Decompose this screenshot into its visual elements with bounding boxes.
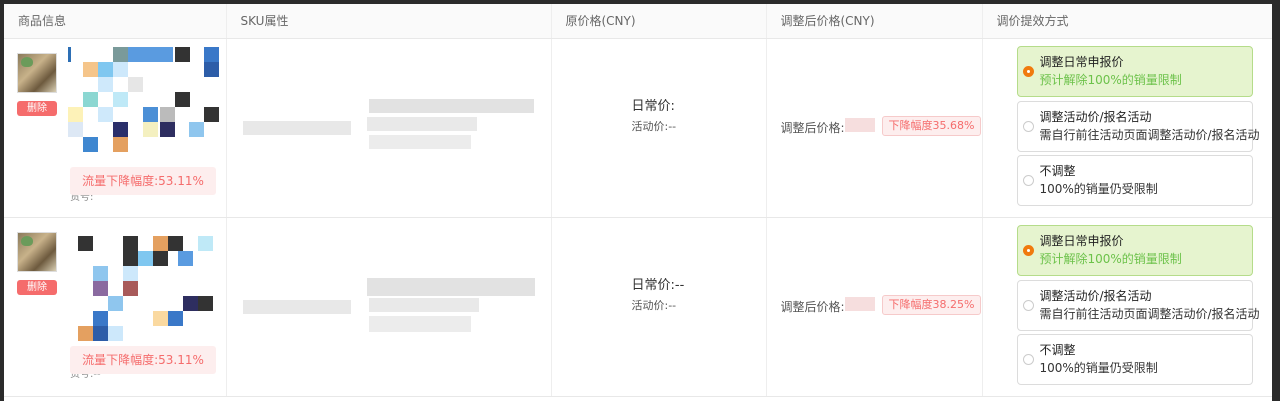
- option-title: 调整活动价/报名活动: [1039, 288, 1152, 303]
- radio-unchecked-icon[interactable]: [1022, 174, 1034, 186]
- option-adjust-activity-price[interactable]: 调整活动价/报名活动 需自行前往活动页面调整活动价/报名活动: [1016, 100, 1260, 152]
- sku-redacted: [242, 299, 351, 314]
- adjusted-price-label: 调整后价格:: [780, 120, 845, 135]
- option-adjust-daily-price[interactable]: 调整日常申报价 预计解除100%的销量限制: [1016, 224, 1253, 276]
- radio-unchecked-icon[interactable]: [1022, 120, 1034, 132]
- option-title: 不调整: [1039, 342, 1076, 357]
- header-adjusted-price: 调整后价格(CNY): [766, 4, 983, 39]
- adjusted-price-cell: 调整后价格: 下降幅度35.68%: [766, 38, 983, 218]
- product-cell: 删除: [4, 38, 227, 218]
- delete-button[interactable]: 删除: [17, 279, 57, 295]
- adjusted-price-label: 调整后价格:: [780, 299, 845, 314]
- header-original-price: 原价格(CNY): [551, 4, 767, 39]
- adjusted-price-redacted: [844, 117, 875, 132]
- product-table: 商品信息 SKU属性 原价格(CNY) 调整后价格(CNY) 调价提效方式 删除: [4, 4, 1272, 397]
- price-drop-tag: 下降幅度38.25%: [881, 294, 982, 315]
- original-price-cell: 日常价:-- 活动价:--: [551, 217, 767, 397]
- option-adjust-daily-price[interactable]: 调整日常申报价 预计解除100%的销量限制: [1016, 45, 1253, 97]
- adjusted-price-cell: 调整后价格: 下降幅度38.25%: [766, 217, 983, 397]
- option-title: 调整日常申报价: [1039, 233, 1124, 248]
- adjusted-price-redacted: [844, 296, 875, 311]
- table-row: 删除: [4, 38, 1272, 218]
- option-no-adjust[interactable]: 不调整 100%的销量仍受限制: [1016, 333, 1253, 385]
- option-no-adjust[interactable]: 不调整 100%的销量仍受限制: [1016, 154, 1253, 206]
- sku-redacted: [366, 116, 477, 131]
- option-subtitle: 需自行前往活动页面调整活动价/报名活动: [1039, 127, 1260, 142]
- header-sku-attrs: SKU属性: [226, 4, 552, 39]
- adjust-method-cell: 调整日常申报价 预计解除100%的销量限制 调整活动价/报名活动 需自行前往活动…: [982, 217, 1272, 397]
- original-price-cell: 日常价: 活动价:--: [551, 38, 767, 218]
- header-adjust-method: 调价提效方式: [982, 4, 1272, 39]
- sku-redacted: [368, 315, 471, 332]
- daily-price: 日常价:: [631, 98, 675, 114]
- product-title-redacted: [68, 226, 218, 341]
- sku-cell: [226, 217, 552, 397]
- table-header-row: 商品信息 SKU属性 原价格(CNY) 调整后价格(CNY) 调价提效方式: [4, 4, 1272, 39]
- option-subtitle: 100%的销量仍受限制: [1039, 181, 1158, 196]
- option-title: 调整日常申报价: [1039, 54, 1124, 69]
- option-adjust-activity-price[interactable]: 调整活动价/报名活动 需自行前往活动页面调整活动价/报名活动: [1016, 279, 1260, 331]
- option-subtitle: 100%的销量仍受限制: [1039, 360, 1158, 375]
- option-title: 不调整: [1039, 163, 1076, 178]
- radio-unchecked-icon[interactable]: [1022, 299, 1034, 311]
- price-adjust-panel: 商品信息 SKU属性 原价格(CNY) 调整后价格(CNY) 调价提效方式 删除: [4, 4, 1272, 401]
- sku-redacted: [368, 134, 471, 149]
- sku-redacted: [242, 120, 351, 135]
- radio-checked-icon[interactable]: [1022, 65, 1034, 77]
- option-title: 调整活动价/报名活动: [1039, 109, 1152, 124]
- sku-redacted: [366, 277, 535, 296]
- option-subtitle: 预计解除100%的销量限制: [1039, 251, 1182, 266]
- product-cell: 删除: [4, 217, 227, 397]
- product-thumbnail[interactable]: [17, 231, 57, 272]
- traffic-drop-badge: 流量下降幅度:53.11%: [70, 166, 216, 195]
- header-product-info: 商品信息: [4, 4, 227, 39]
- delete-button[interactable]: 删除: [17, 100, 57, 116]
- product-thumbnail[interactable]: [17, 52, 57, 93]
- traffic-drop-badge: 流量下降幅度:53.11%: [70, 345, 216, 374]
- sku-redacted: [368, 297, 479, 312]
- table-row: 删除: [4, 217, 1272, 397]
- product-title-redacted: [68, 46, 219, 159]
- activity-price: 活动价:--: [631, 298, 677, 312]
- adjust-method-cell: 调整日常申报价 预计解除100%的销量限制 调整活动价/报名活动 需自行前往活动…: [982, 38, 1272, 218]
- option-subtitle: 需自行前往活动页面调整活动价/报名活动: [1039, 306, 1260, 321]
- daily-price: 日常价:--: [631, 277, 685, 293]
- price-drop-tag: 下降幅度35.68%: [881, 115, 982, 136]
- activity-price: 活动价:--: [631, 119, 677, 133]
- option-subtitle: 预计解除100%的销量限制: [1039, 72, 1182, 87]
- radio-checked-icon[interactable]: [1022, 244, 1034, 256]
- radio-unchecked-icon[interactable]: [1022, 353, 1034, 365]
- sku-redacted: [368, 98, 534, 113]
- sku-cell: [226, 38, 552, 218]
